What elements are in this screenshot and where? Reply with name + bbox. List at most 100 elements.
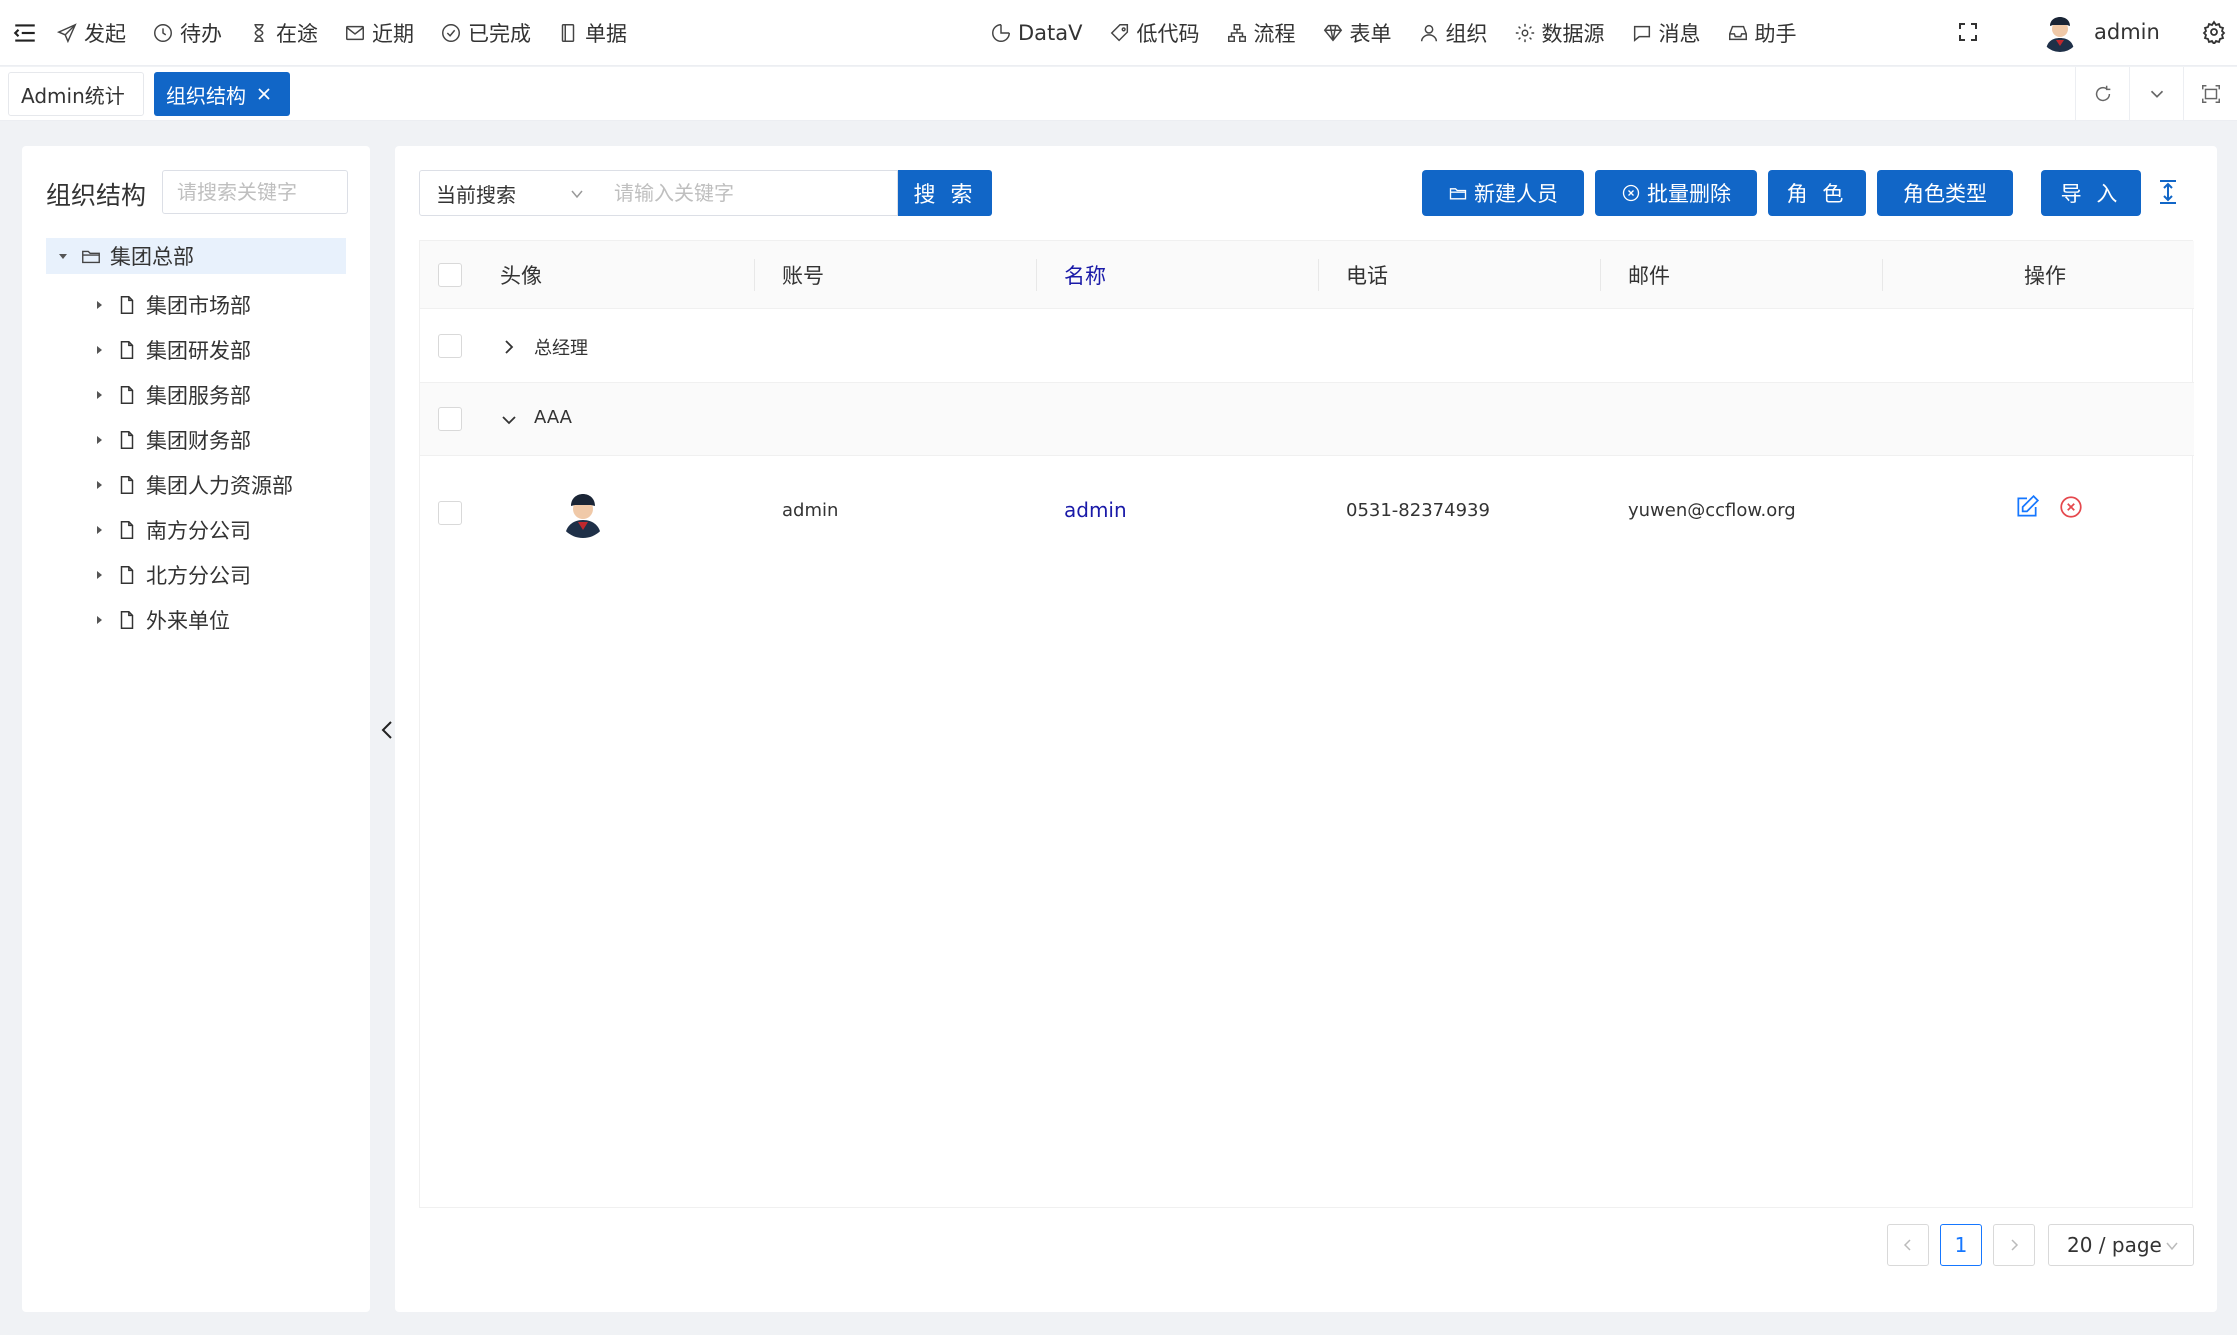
page-number-button[interactable]: 1 — [1940, 1224, 1982, 1266]
close-icon[interactable] — [256, 86, 272, 102]
edit-icon[interactable] — [2014, 494, 2040, 520]
tree-node-service[interactable]: 集团服务部 — [46, 372, 370, 417]
flow-icon — [1227, 24, 1246, 42]
search-scope-select[interactable]: 当前搜索 — [419, 170, 599, 216]
role-type-button[interactable]: 角色类型 — [1877, 170, 2013, 216]
caret-down-icon[interactable] — [56, 249, 70, 263]
select-all-checkbox[interactable] — [438, 263, 462, 287]
cell-name-link[interactable]: admin — [1064, 498, 1127, 522]
page-size-select[interactable]: 20 / page — [2048, 1224, 2194, 1266]
panel-title: 组织结构 — [46, 181, 147, 210]
tree-node-external[interactable]: 外来单位 — [46, 597, 370, 642]
tree-node-finance[interactable]: 集团财务部 — [46, 417, 370, 462]
nav-item-datasource[interactable]: 数据源 — [1514, 18, 1605, 48]
delete-icon[interactable] — [2058, 494, 2084, 520]
header-separator — [1036, 259, 1037, 291]
role-button[interactable]: 角 色 — [1768, 170, 1866, 216]
tree-node-north[interactable]: 北方分公司 — [46, 552, 370, 597]
nav-item-label: 近期 — [372, 22, 414, 46]
tree-node-rnd[interactable]: 集团研发部 — [46, 327, 370, 372]
column-height-icon[interactable] — [2156, 178, 2180, 206]
new-person-button[interactable]: 新建人员 — [1422, 170, 1584, 216]
table-group-row[interactable]: AAA — [420, 383, 2194, 456]
file-icon — [120, 475, 134, 494]
row-checkbox[interactable] — [438, 501, 462, 525]
table-group-row[interactable]: 总经理 — [420, 310, 2194, 383]
keyword-search-input[interactable] — [598, 170, 898, 216]
tree-node-root[interactable]: 集团总部 — [46, 238, 346, 274]
header-account: 账号 — [782, 264, 824, 288]
nav-item-todo[interactable]: 待办 — [152, 18, 222, 48]
caret-right-icon[interactable] — [92, 568, 106, 582]
mail-icon — [346, 25, 364, 41]
nav-item-assistant[interactable]: 助手 — [1727, 18, 1797, 48]
table-row[interactable]: admin admin 0531-82374939 yuwen@ccflow.o… — [420, 456, 2194, 568]
org-tree-panel: 组织结构 集团总部 集团市场部 集团研发部 集团服务部 集团财务部 — [22, 146, 370, 1312]
nav-item-datav[interactable]: DataV — [990, 21, 1083, 45]
select-value: 当前搜索 — [436, 182, 516, 207]
header-name[interactable]: 名称 — [1064, 241, 1106, 309]
header-email: 邮件 — [1628, 264, 1670, 288]
caret-right-icon[interactable] — [92, 388, 106, 402]
caret-right-icon[interactable] — [92, 433, 106, 447]
chevron-down-icon — [2166, 1242, 2178, 1251]
refresh-icon — [2095, 85, 2110, 102]
user-menu[interactable]: admin — [2040, 12, 2160, 52]
row-checkbox[interactable] — [438, 407, 462, 431]
chevron-right-icon[interactable] — [500, 338, 518, 356]
tree-search-input[interactable] — [162, 170, 348, 214]
fullscreen-icon[interactable] — [1956, 20, 1980, 44]
check-circle-icon — [442, 24, 460, 42]
nav-item-messages[interactable]: 消息 — [1631, 18, 1701, 48]
chevron-down-icon[interactable] — [500, 411, 518, 429]
tab-org-structure[interactable]: 组织结构 — [154, 72, 290, 116]
import-button[interactable]: 导 入 — [2041, 170, 2141, 216]
nav-item-lowcode[interactable]: 低代码 — [1109, 18, 1200, 48]
nav-item-done[interactable]: 已完成 — [440, 18, 531, 48]
nav-item-label: 数据源 — [1541, 22, 1605, 46]
nav-item-label: 消息 — [1658, 22, 1701, 46]
next-page-button[interactable] — [1993, 1224, 2035, 1266]
nav-item-in-progress[interactable]: 在途 — [248, 18, 318, 48]
tree-node-south[interactable]: 南方分公司 — [46, 507, 370, 552]
top-nav-bar: 发起 待办 在途 近期 已完成 单据 DataV 低代码 流程 表单 组织 数据… — [0, 0, 2237, 66]
tab-dropdown-button[interactable] — [2129, 67, 2183, 121]
user-table: 头像 账号 名称 电话 邮件 操作 总经理 AAA admin admin 05… — [419, 240, 2194, 1208]
tab-admin-stats[interactable]: Admin统计 — [8, 72, 144, 116]
batch-delete-button[interactable]: 批量删除 — [1595, 170, 1757, 216]
table-header: 头像 账号 名称 电话 邮件 操作 — [420, 241, 2194, 309]
nav-item-form[interactable]: 表单 — [1322, 18, 1392, 48]
header-operations: 操作 — [2024, 264, 2066, 288]
menu-fold-icon[interactable] — [12, 20, 38, 46]
tree-node-hr[interactable]: 集团人力资源部 — [46, 462, 370, 507]
row-checkbox[interactable] — [438, 334, 462, 358]
org-tree: 集团总部 集团市场部 集团研发部 集团服务部 集团财务部 集团人力资源部 南方分… — [46, 238, 370, 642]
caret-right-icon[interactable] — [92, 613, 106, 627]
tag-icon — [1110, 24, 1128, 42]
tree-node-label: 集团总部 — [110, 245, 194, 269]
header-separator — [1600, 259, 1601, 291]
caret-right-icon[interactable] — [92, 478, 106, 492]
nav-item-org[interactable]: 组织 — [1418, 18, 1488, 48]
page-size-value: 20 / page — [2067, 1233, 2162, 1257]
close-circle-icon — [1622, 184, 1640, 202]
settings-icon[interactable] — [2202, 20, 2226, 44]
prev-page-button[interactable] — [1887, 1224, 1929, 1266]
search-button[interactable]: 搜 索 — [898, 170, 992, 216]
caret-right-icon[interactable] — [92, 523, 106, 537]
header-phone: 电话 — [1346, 264, 1388, 288]
chevron-left-icon — [1903, 1239, 1911, 1251]
tree-node-market[interactable]: 集团市场部 — [46, 282, 370, 327]
caret-right-icon[interactable] — [92, 298, 106, 312]
nav-item-start[interactable]: 发起 — [56, 18, 126, 48]
caret-right-icon[interactable] — [92, 343, 106, 357]
tab-label: Admin统计 — [21, 83, 125, 108]
refresh-tab-button[interactable] — [2075, 67, 2129, 121]
nav-item-documents[interactable]: 单据 — [557, 18, 627, 48]
maximize-tab-button[interactable] — [2183, 67, 2237, 121]
cell-account: admin — [782, 500, 839, 521]
button-label: 批量删除 — [1647, 182, 1731, 206]
diamond-icon — [1323, 24, 1342, 42]
nav-item-flow[interactable]: 流程 — [1226, 18, 1296, 48]
nav-item-recent[interactable]: 近期 — [344, 18, 414, 48]
